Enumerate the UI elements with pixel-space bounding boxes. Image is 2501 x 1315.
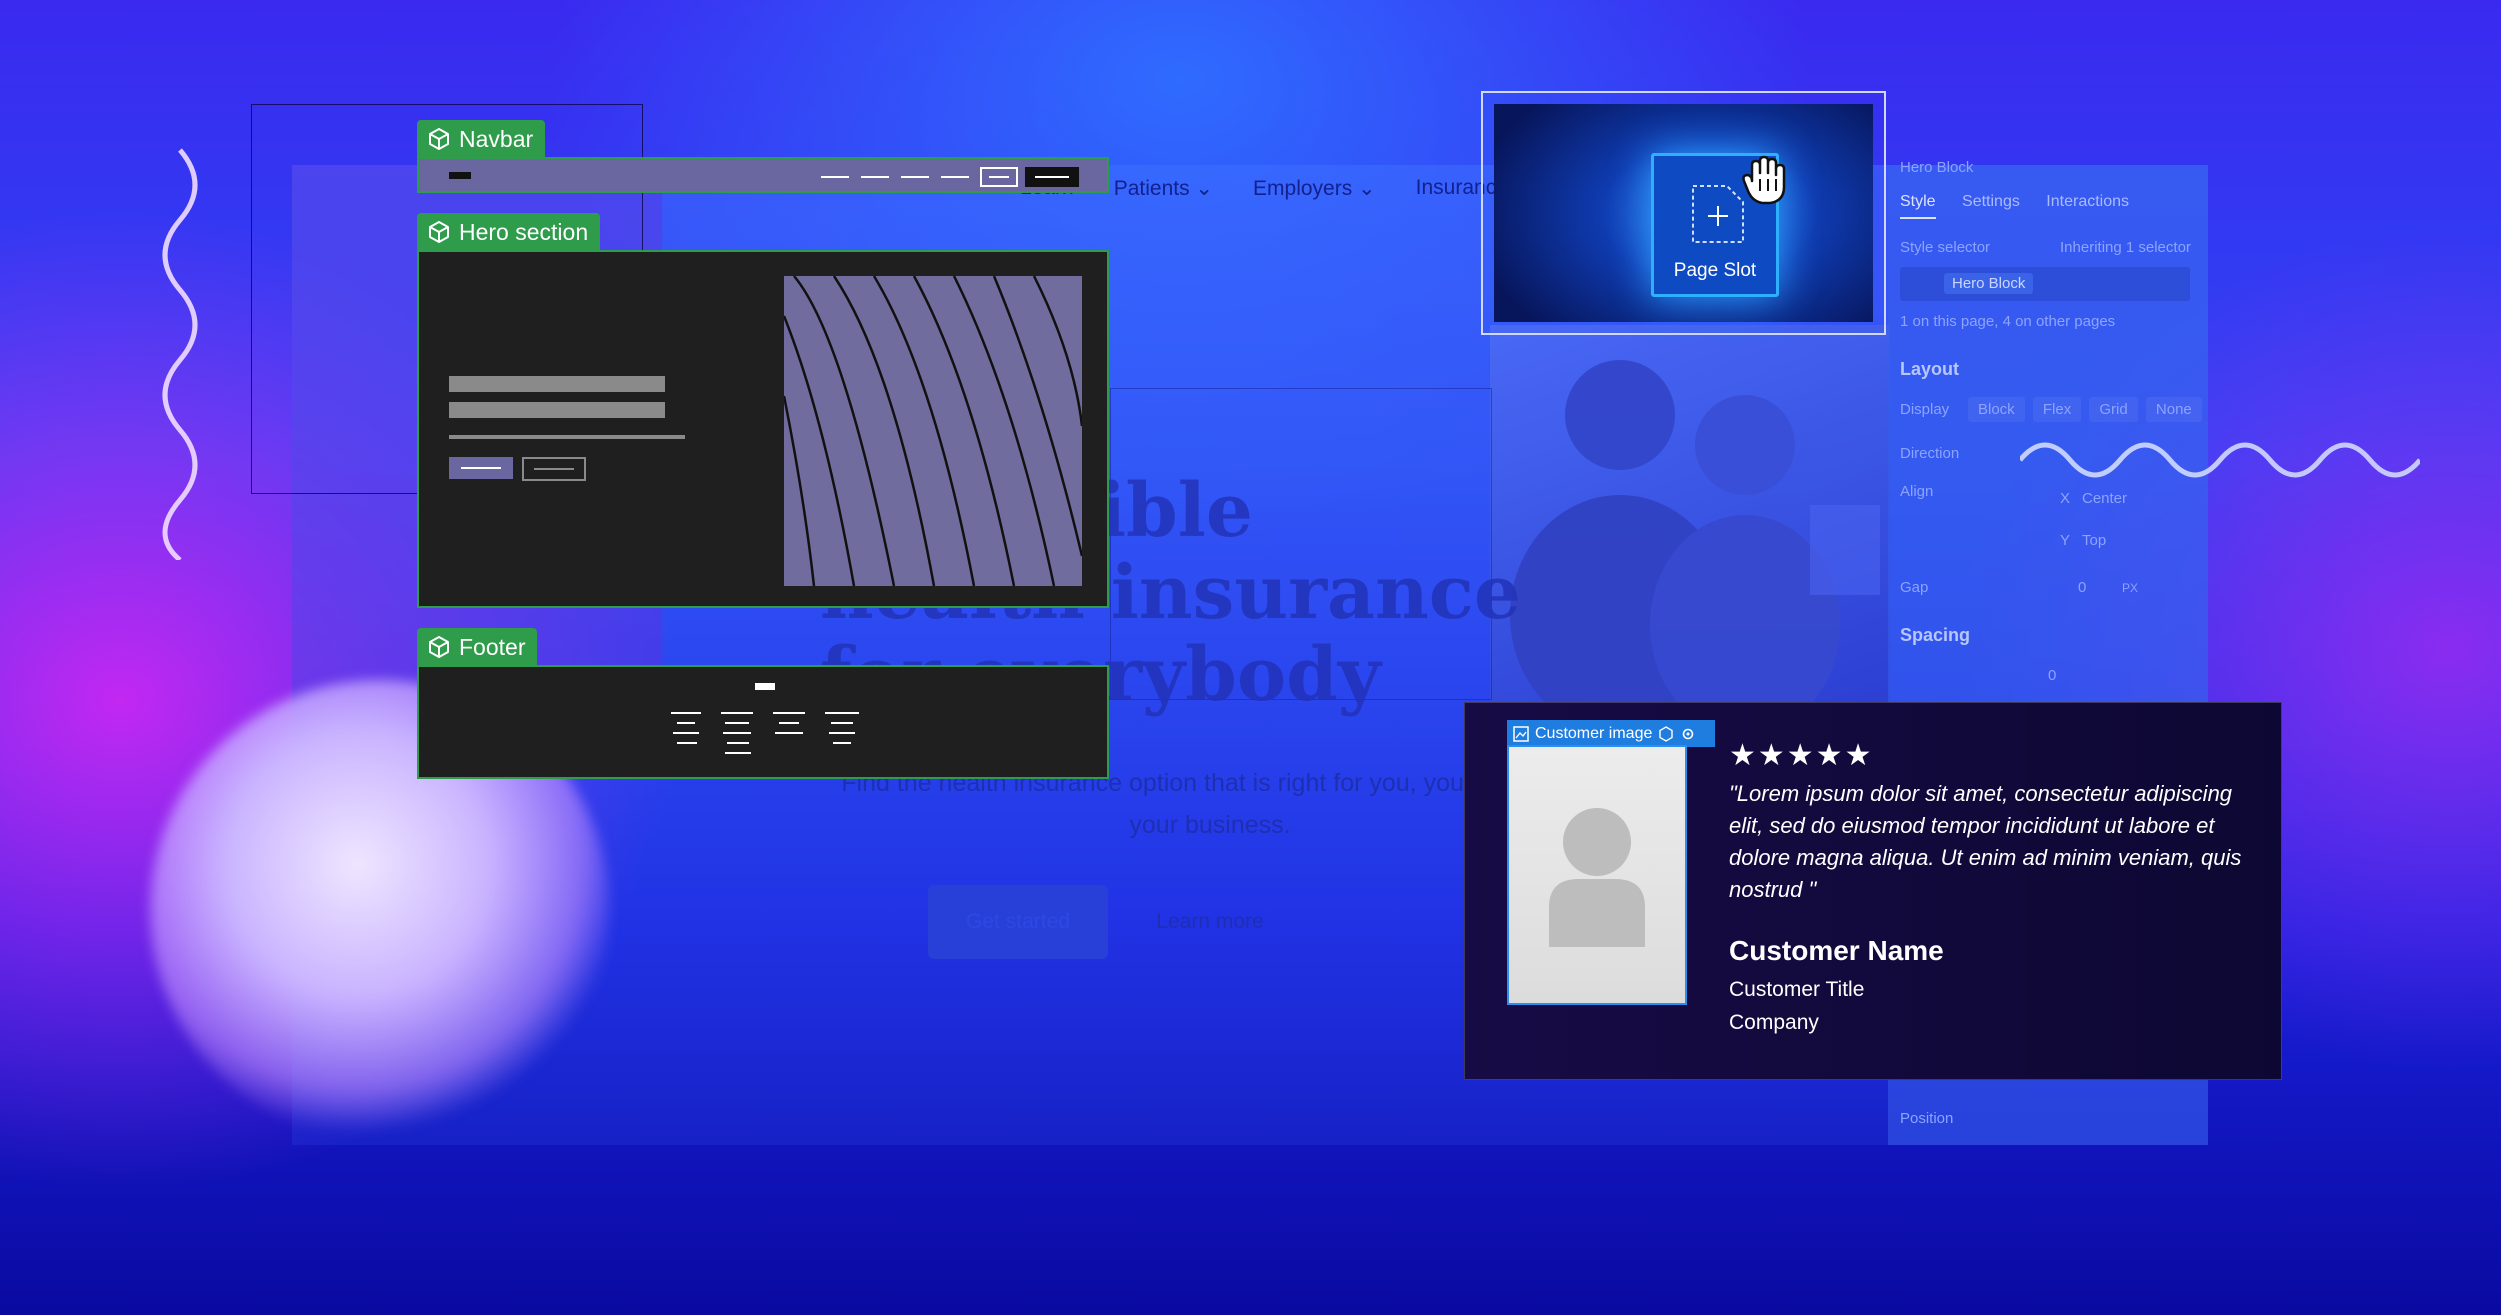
hero-heading-placeholder-2 bbox=[449, 402, 665, 418]
gap-label: Gap bbox=[1900, 579, 1929, 596]
display-block[interactable]: Block bbox=[1968, 397, 2025, 422]
tab-style[interactable]: Style bbox=[1900, 193, 1936, 219]
get-started-button[interactable]: Get started bbox=[928, 885, 1108, 959]
gap-value[interactable]: 0 bbox=[2078, 579, 2086, 596]
direction-label: Direction bbox=[1900, 445, 1960, 462]
customer-company: Company bbox=[1729, 1011, 1819, 1034]
hero-text-placeholder bbox=[449, 435, 685, 439]
gear-icon[interactable] bbox=[1680, 726, 1696, 742]
navbar-component-preview[interactable] bbox=[417, 157, 1109, 193]
hero-image-placeholder bbox=[784, 276, 1082, 586]
spacing-section-title[interactable]: Spacing bbox=[1900, 625, 1970, 646]
gap-unit[interactable]: PX bbox=[2122, 581, 2138, 595]
star-rating: ★★★★★ bbox=[1729, 739, 1874, 772]
selector-chip[interactable]: Hero Block bbox=[1944, 273, 2034, 294]
image-icon bbox=[1513, 725, 1529, 742]
navbar-logo-placeholder bbox=[449, 172, 471, 179]
component-cube-icon bbox=[429, 636, 449, 658]
grab-hand-cursor-icon bbox=[1742, 155, 1786, 205]
align-label: Align bbox=[1900, 483, 1934, 500]
customer-title: Customer Title bbox=[1729, 978, 1865, 1001]
avatar-placeholder-icon bbox=[1549, 808, 1645, 947]
footer-logo-placeholder bbox=[755, 683, 775, 690]
add-page-icon bbox=[1692, 185, 1744, 243]
vertical-squiggle-decoration bbox=[162, 148, 198, 560]
spacing-value[interactable]: 0 bbox=[2048, 667, 2056, 684]
nav-link-patients[interactable]: Patients ⌄ bbox=[1114, 176, 1213, 201]
tab-interactions[interactable]: Interactions bbox=[2046, 193, 2129, 211]
horizontal-squiggle-decoration bbox=[2020, 442, 2420, 478]
panel-tabs: Style Settings Interactions bbox=[1900, 193, 2151, 219]
display-flex[interactable]: Flex bbox=[2032, 397, 2082, 422]
customer-name: Customer Name bbox=[1729, 935, 1944, 966]
hero-photo-people-icon bbox=[1510, 360, 1880, 735]
navbar-component-tag[interactable]: Navbar bbox=[417, 120, 546, 158]
learn-more-button[interactable]: Learn more bbox=[1130, 885, 1290, 959]
hero-primary-button-placeholder bbox=[449, 457, 513, 479]
hero-heading-placeholder bbox=[449, 376, 665, 392]
display-grid[interactable]: Grid bbox=[2089, 397, 2138, 422]
customer-image-selection-label[interactable]: Customer image bbox=[1507, 720, 1715, 747]
footer-tag-label: Footer bbox=[459, 633, 526, 660]
nav-link-employers[interactable]: Employers ⌄ bbox=[1253, 176, 1376, 201]
style-selector-field[interactable]: Hero Block bbox=[1900, 267, 2190, 301]
page-slot-label: Page Slot bbox=[1673, 260, 1757, 281]
hero-component-preview[interactable] bbox=[417, 250, 1109, 608]
display-label: Display bbox=[1900, 401, 1950, 418]
position-label: Position bbox=[1900, 1110, 1954, 1127]
align-y-value[interactable]: Top bbox=[2082, 532, 2106, 549]
hero-tag-label: Hero section bbox=[459, 218, 589, 245]
footer-links-placeholder bbox=[671, 712, 859, 754]
display-options: Block Flex Grid None bbox=[1968, 397, 2206, 422]
usage-note: 1 on this page, 4 on other pages bbox=[1900, 313, 2116, 330]
display-none[interactable]: None bbox=[2145, 397, 2202, 422]
inheriting-note: Inheriting 1 selector bbox=[2060, 239, 2191, 256]
panel-header: Hero Block bbox=[1900, 159, 1974, 176]
align-y-label: Y bbox=[2060, 532, 2071, 549]
customer-image-label: Customer image bbox=[1535, 724, 1653, 742]
footer-component-preview[interactable] bbox=[417, 665, 1109, 779]
hero-component-tag[interactable]: Hero section bbox=[417, 213, 601, 251]
style-selector-label: Style selector bbox=[1900, 239, 1991, 256]
tab-settings[interactable]: Settings bbox=[1962, 193, 2020, 211]
component-cube-icon bbox=[429, 128, 449, 150]
testimonial-quote: "Lorem ipsum dolor sit amet, consectetur… bbox=[1729, 781, 2242, 902]
layout-section-title[interactable]: Layout bbox=[1900, 359, 1959, 380]
component-cube-icon bbox=[429, 221, 449, 243]
navbar-links-placeholder bbox=[821, 167, 1079, 187]
footer-component-tag[interactable]: Footer bbox=[417, 628, 538, 666]
hero-photo bbox=[1490, 325, 1890, 735]
navbar-tag-label: Navbar bbox=[459, 125, 534, 152]
customer-image[interactable] bbox=[1507, 745, 1687, 1005]
hero-secondary-button-placeholder bbox=[522, 457, 586, 481]
component-cube-icon[interactable] bbox=[1658, 725, 1674, 742]
